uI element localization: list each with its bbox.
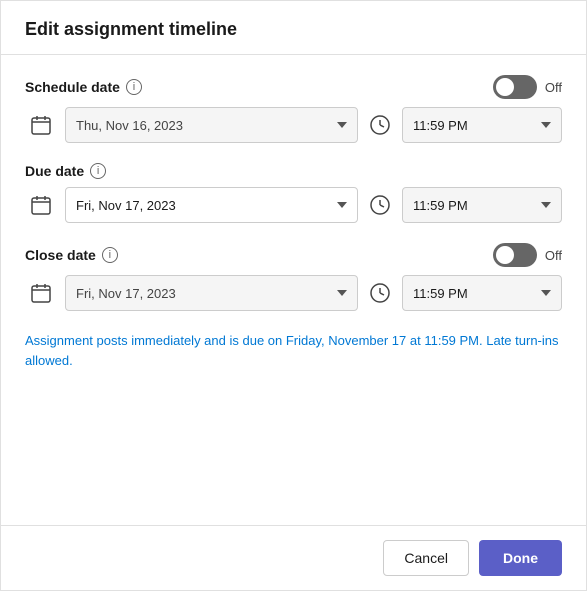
schedule-date-info-icon: i [126,79,142,95]
schedule-date-chevron [337,122,347,128]
due-date-info-icon: i [90,163,106,179]
close-date-section-header: Close date i Off [25,243,562,267]
due-date-time-picker[interactable]: 11:59 PM [402,187,562,223]
close-date-picker[interactable]: Fri, Nov 17, 2023 [65,275,358,311]
close-date-calendar-icon [25,277,57,309]
due-date-picker[interactable]: Fri, Nov 17, 2023 [65,187,358,223]
close-date-chevron [337,290,347,296]
due-date-clock-icon [366,191,394,219]
due-date-chevron [337,202,347,208]
done-button[interactable]: Done [479,540,562,576]
due-date-label: Due date [25,163,84,179]
schedule-date-time-picker[interactable]: 11:59 PM [402,107,562,143]
close-date-toggle-wrapper: Off [493,243,562,267]
due-time-chevron [541,202,551,208]
due-date-time-value: 11:59 PM [413,198,468,213]
schedule-date-fields-row: Thu, Nov 16, 2023 11:59 PM [25,107,562,143]
close-date-toggle-label: Off [545,248,562,263]
assignment-info-text: Assignment posts immediately and is due … [25,331,562,370]
schedule-date-time-value: 11:59 PM [413,118,468,133]
cancel-button[interactable]: Cancel [383,540,469,576]
close-date-info-icon: i [102,247,118,263]
due-date-fields-row: Fri, Nov 17, 2023 11:59 PM [25,187,562,223]
close-date-fields-row: Fri, Nov 17, 2023 11:59 PM [25,275,562,311]
close-date-label: Close date [25,247,96,263]
due-date-section-header: Due date i [25,163,562,179]
close-date-value: Fri, Nov 17, 2023 [76,286,176,301]
due-date-calendar-icon [25,189,57,221]
schedule-date-picker[interactable]: Thu, Nov 16, 2023 [65,107,358,143]
close-date-toggle[interactable] [493,243,537,267]
close-date-clock-icon [366,279,394,307]
dialog-body: Schedule date i Off Thu, Nov 16, 2023 [1,55,586,525]
schedule-date-section-header: Schedule date i Off [25,75,562,99]
close-date-toggle-knob [496,246,514,264]
schedule-time-chevron [541,122,551,128]
schedule-date-toggle-wrapper: Off [493,75,562,99]
schedule-date-toggle-knob [496,78,514,96]
edit-assignment-timeline-dialog: Edit assignment timeline Schedule date i… [0,0,587,591]
schedule-date-calendar-icon [25,109,57,141]
close-time-chevron [541,290,551,296]
dialog-header: Edit assignment timeline [1,1,586,55]
schedule-date-toggle-label: Off [545,80,562,95]
close-date-time-value: 11:59 PM [413,286,468,301]
dialog-footer: Cancel Done [1,525,586,590]
schedule-date-label: Schedule date [25,79,120,95]
close-date-time-picker[interactable]: 11:59 PM [402,275,562,311]
dialog-title: Edit assignment timeline [25,19,237,39]
schedule-date-value: Thu, Nov 16, 2023 [76,118,183,133]
due-date-value: Fri, Nov 17, 2023 [76,198,176,213]
schedule-date-clock-icon [366,111,394,139]
schedule-date-toggle[interactable] [493,75,537,99]
